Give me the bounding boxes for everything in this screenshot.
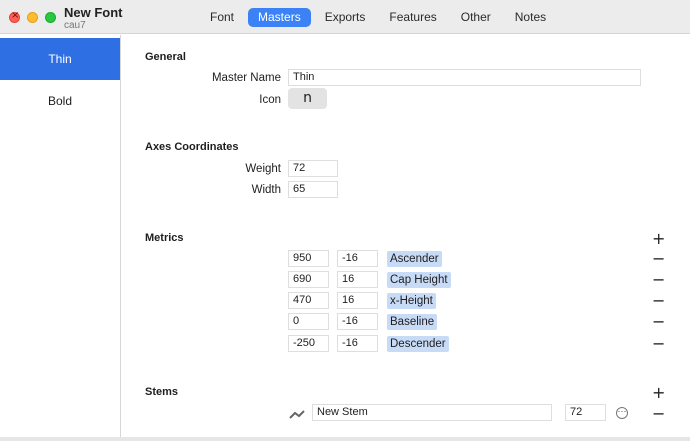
weight-label: Weight: [245, 163, 281, 175]
metric-value-field[interactable]: 690: [288, 271, 329, 288]
remove-metric-button[interactable]: −: [652, 314, 665, 330]
minimize-window-button[interactable]: [27, 12, 38, 23]
master-settings-panel: General Master Name Thin Icon n Axes Coo…: [122, 35, 690, 441]
metric-name-tag[interactable]: Cap Height: [387, 272, 451, 288]
weight-field[interactable]: 72: [288, 160, 338, 177]
metric-overshoot-field[interactable]: -16: [337, 250, 378, 267]
width-label: Width: [251, 184, 281, 196]
master-item-thin[interactable]: Thin: [0, 38, 120, 80]
icon-label: Icon: [259, 94, 281, 106]
width-field[interactable]: 65: [288, 181, 338, 198]
metric-value-field[interactable]: 950: [288, 250, 329, 267]
metric-overshoot-field[interactable]: 16: [337, 271, 378, 288]
stem-name-field[interactable]: New Stem: [312, 404, 552, 421]
metric-name-tag[interactable]: Baseline: [387, 314, 438, 330]
metric-overshoot-field[interactable]: -16: [337, 313, 378, 330]
metric-overshoot-field[interactable]: -16: [337, 335, 378, 352]
title-bar: New Font cau7 Font Masters Exports Featu…: [0, 0, 690, 34]
tab-features[interactable]: Features: [379, 8, 446, 27]
axes-section-title: Axes Coordinates: [145, 141, 239, 153]
metric-value-field[interactable]: -250: [288, 335, 329, 352]
stems-section-title: Stems: [145, 386, 179, 398]
tab-other[interactable]: Other: [451, 8, 501, 27]
stem-value-field[interactable]: 72: [565, 404, 606, 421]
stem-options-icon[interactable]: ···: [616, 407, 628, 419]
tab-bar: Font Masters Exports Features Other Note…: [200, 8, 560, 27]
window-bottom-edge: [0, 437, 690, 441]
metrics-section-title: Metrics: [145, 232, 184, 244]
metric-name-tag[interactable]: x-Height: [387, 293, 436, 309]
tab-masters[interactable]: Masters: [248, 8, 311, 27]
master-item-bold[interactable]: Bold: [0, 80, 120, 122]
master-icon-glyph: n: [303, 90, 312, 106]
stem-direction-icon[interactable]: [289, 410, 305, 423]
window-subtitle: cau7: [64, 20, 86, 31]
remove-metric-button[interactable]: −: [652, 251, 665, 267]
metric-name-tag[interactable]: Ascender: [387, 251, 442, 267]
remove-metric-button[interactable]: −: [652, 272, 665, 288]
masters-sidebar: Thin Bold: [0, 35, 121, 441]
metric-overshoot-field[interactable]: 16: [337, 292, 378, 309]
remove-stem-button[interactable]: −: [652, 406, 665, 422]
master-name-label: Master Name: [211, 72, 281, 84]
add-stem-button[interactable]: +: [652, 385, 665, 401]
zoom-window-button[interactable]: [45, 12, 56, 23]
general-section-title: General: [145, 51, 186, 63]
master-name-field[interactable]: Thin: [288, 69, 641, 86]
add-metric-button[interactable]: +: [652, 231, 665, 247]
window-title: New Font: [64, 5, 123, 20]
master-icon-button[interactable]: n: [288, 88, 327, 109]
tab-font[interactable]: Font: [200, 8, 244, 27]
tab-notes[interactable]: Notes: [505, 8, 556, 27]
metric-value-field[interactable]: 0: [288, 313, 329, 330]
close-window-button[interactable]: [9, 10, 20, 23]
remove-metric-button[interactable]: −: [652, 293, 665, 309]
tab-exports[interactable]: Exports: [315, 8, 376, 27]
metric-value-field[interactable]: 470: [288, 292, 329, 309]
metric-name-tag[interactable]: Descender: [387, 336, 449, 352]
remove-metric-button[interactable]: −: [652, 336, 665, 352]
